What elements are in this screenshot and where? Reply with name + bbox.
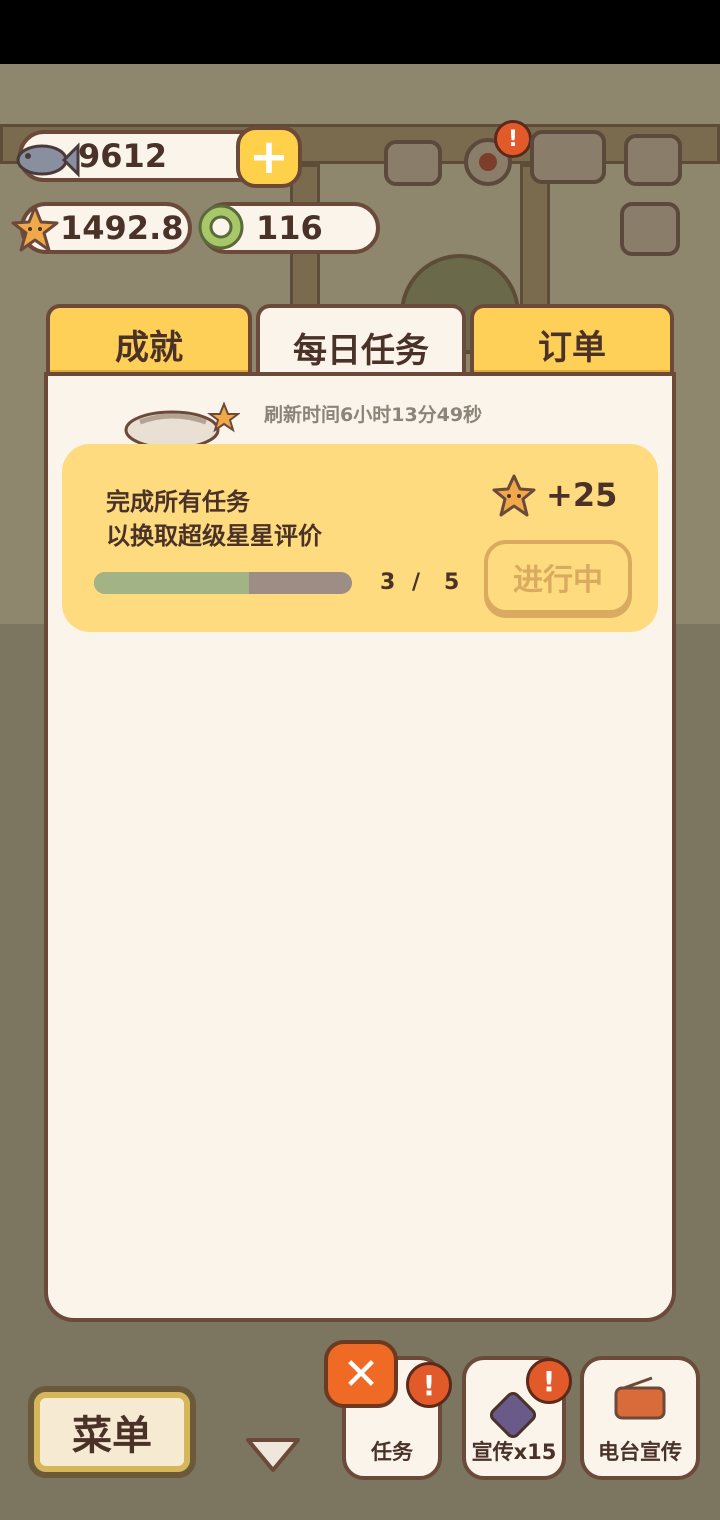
progress-current: 3: [380, 570, 396, 595]
refresh-timer: 刷新时间6小时13分49秒: [264, 404, 483, 426]
in-progress-button[interactable]: 进行中: [484, 540, 632, 614]
promotion-icon: [489, 1391, 537, 1439]
camera-icon[interactable]: [624, 134, 682, 186]
fish-count: 9612: [78, 137, 168, 175]
settings-alert-badge: !: [494, 120, 532, 158]
task-title-line1: 完成所有任务: [106, 488, 250, 516]
progress-total: 5: [444, 570, 460, 595]
progress-separator: /: [412, 570, 421, 595]
leaderboard-icon[interactable]: [384, 140, 442, 186]
close-icon: ✕: [342, 1348, 380, 1400]
plus-icon: +: [248, 129, 290, 185]
tab-orders[interactable]: 订单: [470, 304, 674, 380]
coin-count: 116: [256, 209, 323, 247]
fish-icon: [16, 142, 80, 178]
chevron-down-icon[interactable]: [244, 1436, 302, 1474]
add-fish-button[interactable]: +: [236, 126, 302, 188]
radio-icon: [614, 1376, 666, 1420]
tab-achievements[interactable]: 成就: [46, 304, 252, 380]
task-title-line2: 以换取超级星星评价: [106, 522, 322, 550]
star-icon: [11, 205, 59, 252]
task-progress-bar: [94, 572, 352, 594]
status-bar: [0, 0, 720, 64]
ring-coin-icon: [198, 204, 244, 250]
tasks-alert-badge: !: [406, 1362, 452, 1408]
reward-amount: +25: [546, 476, 618, 514]
reward-star-icon: [492, 474, 536, 517]
card-icon[interactable]: [620, 202, 680, 256]
book-icon[interactable]: [530, 130, 606, 184]
promotion-alert-badge: !: [526, 1358, 572, 1404]
progress-fill: [94, 572, 249, 594]
menu-button[interactable]: 菜单: [28, 1386, 196, 1478]
star-count: 1492.8: [60, 209, 184, 247]
close-panel-button[interactable]: ✕: [324, 1340, 398, 1408]
